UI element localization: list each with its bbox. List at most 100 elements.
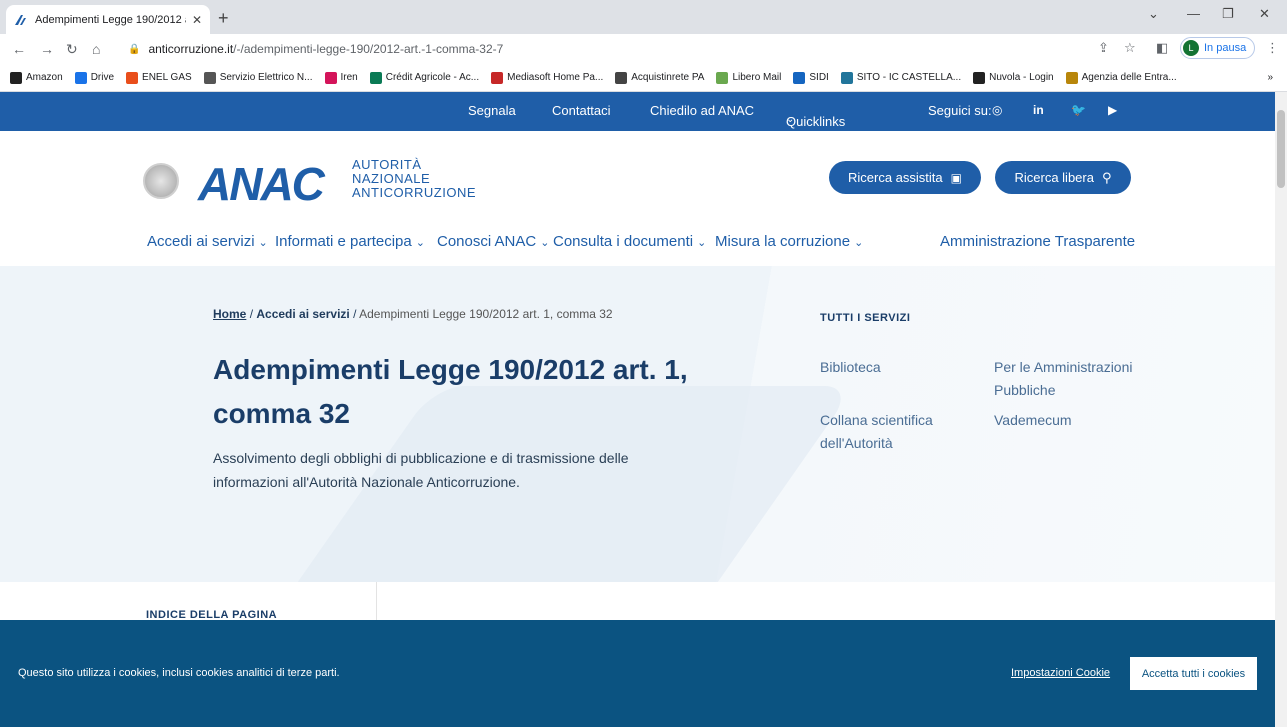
browser-tab-strip: Adempimenti Legge 190/2012 ar ✕ + ⌄ — ❐ … <box>0 0 1287 34</box>
bookmark-item[interactable]: Libero Mail <box>716 71 781 84</box>
back-icon[interactable]: ← <box>12 41 26 57</box>
accept-cookies-button[interactable]: Accetta tutti i cookies <box>1130 657 1257 690</box>
chevron-down-icon: ⌄ <box>540 237 550 249</box>
bookmark-item[interactable]: Crédit Agricole - Ac... <box>369 71 479 84</box>
nav-misura-corruzione[interactable]: Misura la corruzione ⌄ <box>715 233 863 250</box>
anac-logo[interactable]: ANAC <box>198 157 325 211</box>
profile-status: In pausa <box>1204 42 1247 54</box>
nav-label: Misura la corruzione <box>715 233 851 250</box>
bookmark-item[interactable]: Drive <box>74 71 114 84</box>
chevron-down-icon: ⌄ <box>697 237 707 249</box>
bookmark-favicon-icon <box>793 71 806 84</box>
bookmark-favicon-icon <box>716 71 729 84</box>
lock-icon: 🔒 <box>128 43 141 55</box>
bookmark-label: Servizio Elettrico N... <box>219 72 313 83</box>
minimize-icon[interactable]: — <box>1187 6 1200 21</box>
bookmark-star-icon[interactable]: ☆ <box>1124 40 1136 56</box>
page-lead: Assolvimento degli obblighi di pubblicaz… <box>213 450 629 490</box>
bookmark-item[interactable]: Nuvola - Login <box>973 71 1054 84</box>
nav-informati-partecipa[interactable]: Informati e partecipa ⌄ <box>275 233 425 250</box>
service-biblioteca[interactable]: Biblioteca <box>820 356 881 379</box>
instagram-icon[interactable]: ◎ <box>992 103 1002 117</box>
browser-tab-active[interactable]: Adempimenti Legge 190/2012 ar ✕ <box>6 5 210 34</box>
url-path: /-/adempimenti-legge-190/2012-art.-1-com… <box>233 42 504 56</box>
nav-label: Conosci ANAC <box>437 233 537 250</box>
service-vademecum[interactable]: Vademecum <box>994 409 1072 432</box>
tab-search-icon[interactable]: ⌄ <box>1148 6 1159 22</box>
cookie-message: Questo sito utilizza i cookies, inclusi … <box>18 667 340 679</box>
ricerca-libera-label: Ricerca libera <box>1014 170 1094 185</box>
bookmark-favicon-icon <box>324 71 337 84</box>
url-domain: anticorruzione.it <box>148 42 234 56</box>
bookmark-label: ENEL GAS <box>142 72 192 83</box>
chevron-down-icon: ⌄ <box>786 114 795 125</box>
nav-label: Informati e partecipa <box>275 233 412 250</box>
amministrazione-trasparente-link[interactable]: Amministrazione Trasparente <box>940 233 1135 250</box>
chiedilo-link[interactable]: Chiedilo ad ANAC <box>650 103 754 118</box>
seguici-label: Seguici su: <box>928 103 992 118</box>
bookmark-item[interactable]: Servizio Elettrico N... <box>203 71 313 84</box>
services-title: TUTTI I SERVIZI <box>820 312 911 324</box>
share-icon[interactable]: ⇪ <box>1098 40 1109 56</box>
breadcrumb-current: Adempimenti Legge 190/2012 art. 1, comma… <box>359 307 613 321</box>
youtube-icon[interactable]: ▶ <box>1108 103 1117 117</box>
emblem-icon <box>143 163 179 199</box>
nav-accedi-servizi[interactable]: Accedi ai servizi ⌄ <box>147 233 268 250</box>
bookmark-favicon-icon <box>369 71 382 84</box>
reload-icon[interactable]: ↻ <box>66 41 78 58</box>
bookmarks-overflow-icon[interactable]: » <box>1267 72 1273 83</box>
restore-icon[interactable]: ❐ <box>1222 6 1234 22</box>
logo-line-3: ANTICORRUZIONE <box>352 185 476 200</box>
window-close-icon[interactable]: ✕ <box>1259 6 1270 22</box>
bookmarks-bar: Amazon Drive ENEL GAS Servizio Elettrico N.… <box>0 64 1287 92</box>
nav-conosci-anac[interactable]: Conosci ANAC ⌄ <box>437 233 549 250</box>
cookie-settings-link[interactable]: Impostazioni Cookie <box>1011 667 1110 679</box>
bookmark-item[interactable]: SIDI <box>793 71 829 84</box>
nav-consulta-documenti[interactable]: Consulta i documenti ⌄ <box>553 233 706 250</box>
ricerca-assistita-button[interactable]: Ricerca assistita ▣ <box>829 161 981 194</box>
nav-label: Consulta i documenti <box>553 233 694 250</box>
bookmark-item[interactable]: SITO - IC CASTELLA... <box>840 71 962 84</box>
bookmark-item[interactable]: Iren <box>324 71 358 84</box>
home-icon[interactable]: ⌂ <box>92 41 100 57</box>
close-tab-icon[interactable]: ✕ <box>192 13 202 27</box>
sidebar-divider <box>376 582 377 622</box>
chat-icon: ▣ <box>950 170 962 185</box>
bookmark-item[interactable]: Mediasoft Home Pa... <box>491 71 603 84</box>
breadcrumb-section[interactable]: Accedi ai servizi <box>256 307 349 321</box>
bookmark-item[interactable]: Acquistinrete PA <box>615 71 704 84</box>
bookmark-favicon-icon <box>10 71 22 84</box>
profile-button[interactable]: L In pausa <box>1180 37 1256 59</box>
logo-line-2: NAZIONALE <box>352 171 431 186</box>
new-tab-icon[interactable]: + <box>218 8 229 29</box>
linkedin-icon[interactable]: in <box>1033 103 1044 117</box>
bookmark-item[interactable]: Agenzia delle Entra... <box>1065 71 1177 84</box>
search-icon: ⚲ <box>1101 169 1112 185</box>
bookmark-favicon-icon <box>615 71 628 84</box>
bookmark-item[interactable]: ENEL GAS <box>126 71 192 84</box>
quicklinks-label: Quicklinks <box>786 114 846 129</box>
tab-title: Adempimenti Legge 190/2012 ar <box>35 13 186 26</box>
service-collana[interactable]: Collana scientifica dell'Autorità <box>820 409 960 455</box>
bookmark-favicon-icon <box>491 71 504 84</box>
side-panel-icon[interactable]: ◧ <box>1156 40 1168 56</box>
site-utility-bar: Segnala Contattaci Chiedilo ad ANAC Quic… <box>0 92 1275 131</box>
bookmark-label: Nuvola - Login <box>989 72 1054 83</box>
ricerca-assistita-label: Ricerca assistita <box>848 170 943 185</box>
browser-menu-icon[interactable]: ⋮ <box>1266 40 1279 56</box>
breadcrumb-home[interactable]: Home <box>213 307 246 321</box>
chevron-down-icon: ⌄ <box>258 237 268 249</box>
segnala-link[interactable]: Segnala <box>468 103 516 118</box>
bookmark-label: SITO - IC CASTELLA... <box>856 72 962 83</box>
bookmark-item[interactable]: Amazon <box>10 71 63 84</box>
forward-icon[interactable]: → <box>40 41 54 57</box>
service-pa[interactable]: Per le Amministrazioni Pubbliche <box>994 356 1154 402</box>
twitter-icon[interactable]: 🐦 <box>1071 103 1086 117</box>
nav-label: Accedi ai servizi <box>147 233 255 250</box>
bookmark-label: Amazon <box>26 72 63 83</box>
scrollbar-thumb[interactable] <box>1277 110 1285 188</box>
contattaci-link[interactable]: Contattaci <box>552 103 611 118</box>
ricerca-libera-button[interactable]: Ricerca libera ⚲ <box>995 161 1131 194</box>
chevron-down-icon: ⌄ <box>854 237 864 249</box>
url-field[interactable]: 🔒 anticorruzione.it/-/adempimenti-legge-… <box>128 42 503 56</box>
